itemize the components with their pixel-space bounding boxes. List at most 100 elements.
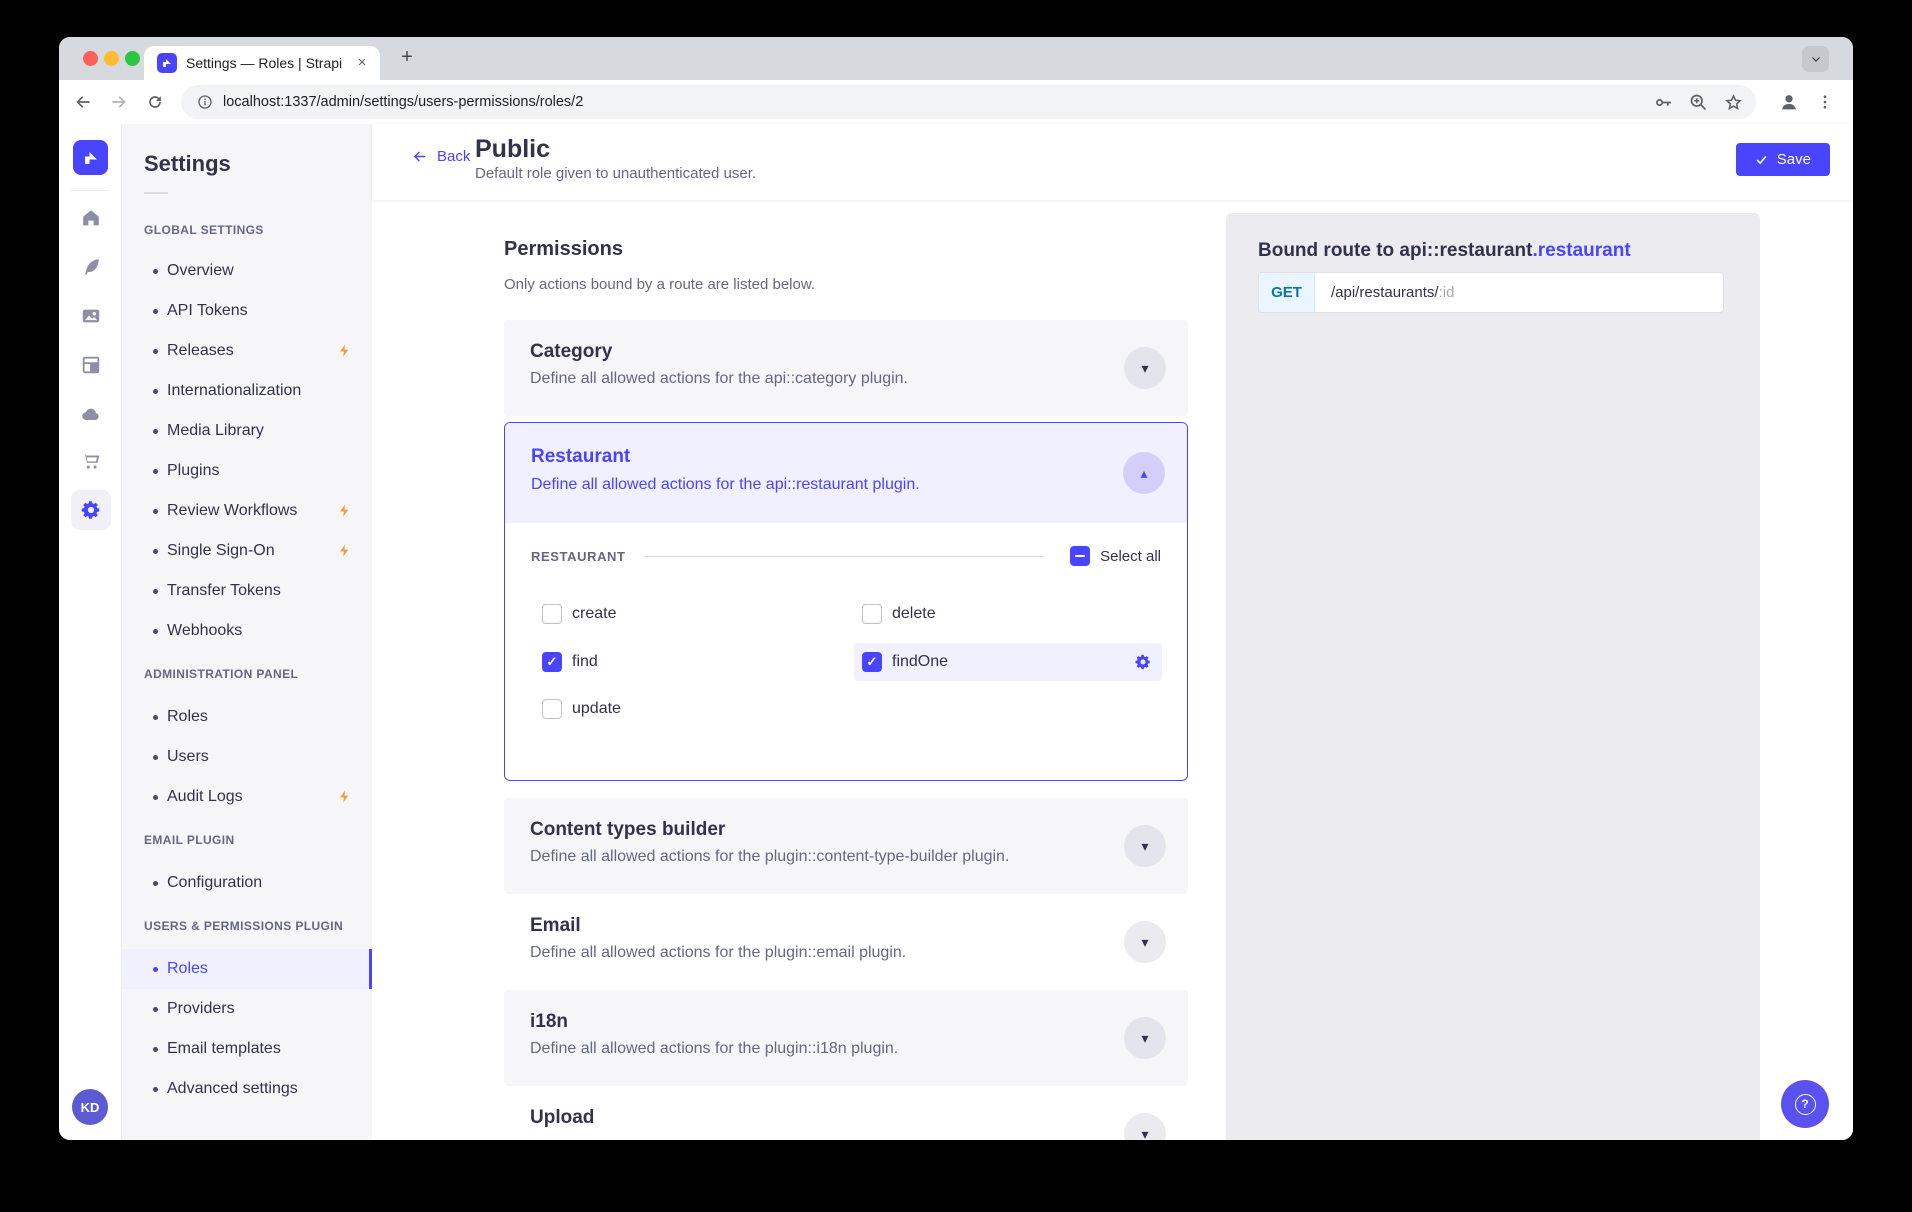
sidebar-item-internationalization[interactable]: Internationalization — [122, 371, 372, 411]
sidebar-item-plugins[interactable]: Plugins — [122, 451, 372, 491]
info-icon[interactable] — [193, 90, 217, 114]
checkbox-findone[interactable]: ✓ — [862, 652, 882, 672]
select-all-checkbox[interactable] — [1070, 546, 1090, 566]
tab-search-button[interactable] — [1802, 46, 1829, 72]
chevron-up-icon[interactable]: ▴ — [1123, 452, 1165, 494]
strapi-logo[interactable] — [73, 140, 108, 175]
group-label: RESTAURANT — [531, 549, 626, 564]
sidebar-item-single-sign-on[interactable]: Single Sign-On — [122, 531, 372, 571]
profile-icon[interactable] — [1777, 90, 1801, 114]
star-icon[interactable] — [1723, 92, 1744, 113]
content-type-builder-icon[interactable] — [78, 352, 103, 377]
app-icon-rail: KD — [59, 124, 122, 1140]
page-header: Back Public Default role given to unauth… — [372, 124, 1853, 200]
marketplace-cart-icon[interactable] — [78, 448, 103, 473]
window-minimize-button[interactable] — [104, 51, 119, 66]
bullet-icon — [153, 755, 158, 760]
chevron-down-icon[interactable]: ▾ — [1124, 1113, 1166, 1140]
permission-create[interactable]: create — [542, 595, 616, 633]
tab-close-icon[interactable]: × — [352, 53, 372, 73]
permission-update[interactable]: update — [542, 690, 621, 728]
accordion-content-types-builder[interactable]: Content types builder Define all allowed… — [504, 798, 1188, 894]
checkbox-update[interactable] — [542, 699, 562, 719]
select-all-label: Select all — [1100, 548, 1161, 565]
tab-search-icon — [1810, 53, 1822, 65]
permission-delete[interactable]: delete — [862, 595, 936, 633]
media-library-icon[interactable] — [78, 303, 103, 328]
permission-findone[interactable]: ✓findOne — [862, 643, 948, 681]
sidebar-item-email-templates[interactable]: Email templates — [122, 1029, 372, 1069]
bullet-icon — [153, 389, 158, 394]
rail-divider — [71, 190, 109, 191]
new-tab-button[interactable]: + — [393, 44, 421, 72]
sidebar-item-advanced-settings[interactable]: Advanced settings — [122, 1069, 372, 1109]
accordion-restaurant-header[interactable]: Restaurant Define all allowed actions fo… — [505, 423, 1187, 523]
chevron-down-icon[interactable]: ▾ — [1124, 1017, 1166, 1059]
sidebar-item-media-library[interactable]: Media Library — [122, 411, 372, 451]
back-arrow-icon — [411, 148, 428, 165]
sidebar-item-configuration[interactable]: Configuration — [122, 863, 372, 903]
checkbox-find[interactable]: ✓ — [542, 652, 562, 672]
window-close-button[interactable] — [83, 51, 98, 66]
menu-dots-icon[interactable] — [1813, 90, 1837, 114]
checkbox-delete[interactable] — [862, 604, 882, 624]
url-bar[interactable]: localhost:1337/admin/settings/users-perm… — [181, 85, 1756, 119]
cog-icon[interactable] — [1134, 653, 1152, 671]
browser-tab[interactable]: Settings — Roles | Strapi × — [144, 46, 380, 80]
permission-find[interactable]: ✓find — [542, 643, 598, 681]
back-link[interactable]: Back — [411, 148, 470, 165]
strapi-app: KD Settings GLOBAL SETTINGS Overview API… — [59, 124, 1853, 1140]
back-button[interactable] — [71, 90, 95, 114]
sidebar-item-releases[interactable]: Releases — [122, 331, 372, 371]
lightning-icon — [337, 789, 352, 804]
forward-button[interactable] — [107, 90, 131, 114]
chevron-down-icon[interactable]: ▾ — [1124, 825, 1166, 867]
bullet-icon — [153, 269, 158, 274]
sidebar-item-webhooks[interactable]: Webhooks — [122, 611, 372, 651]
key-icon[interactable] — [1653, 92, 1674, 113]
chevron-down-icon[interactable]: ▾ — [1124, 921, 1166, 963]
bullet-icon — [153, 469, 158, 474]
window-zoom-button[interactable] — [125, 51, 140, 66]
accordion-upload[interactable]: Upload ▾ — [504, 1086, 1188, 1140]
checkbox-create[interactable] — [542, 604, 562, 624]
accordion-category[interactable]: Category Define all allowed actions for … — [504, 320, 1188, 416]
browser-toolbar: localhost:1337/admin/settings/users-perm… — [59, 80, 1853, 124]
sidebar-item-review-workflows[interactable]: Review Workflows — [122, 491, 372, 531]
save-button[interactable]: Save — [1736, 143, 1830, 176]
sidebar-item-providers[interactable]: Providers — [122, 989, 372, 1029]
content-area: Permissions Only actions bound by a rout… — [372, 200, 1853, 1140]
chevron-down-icon[interactable]: ▾ — [1124, 347, 1166, 389]
content-manager-icon[interactable] — [78, 254, 103, 279]
accordion-i18n[interactable]: i18n Define all allowed actions for the … — [504, 990, 1188, 1086]
sidebar-item-api-tokens[interactable]: API Tokens — [122, 291, 372, 331]
select-all-control[interactable]: Select all — [1070, 546, 1161, 566]
cloud-icon[interactable] — [78, 401, 103, 426]
zoom-in-icon[interactable] — [1688, 92, 1709, 113]
url-text[interactable]: localhost:1337/admin/settings/users-perm… — [223, 85, 583, 119]
sidebar-item-users[interactable]: Users — [122, 737, 372, 777]
sidebar-item-roles[interactable]: Roles — [122, 949, 372, 989]
main-area: Back Public Default role given to unauth… — [372, 124, 1853, 1140]
user-avatar[interactable]: KD — [72, 1089, 108, 1125]
accordion-email[interactable]: Email Define all allowed actions for the… — [504, 894, 1188, 990]
bullet-icon — [153, 629, 158, 634]
home-icon[interactable] — [78, 205, 103, 230]
bullet-icon — [153, 795, 158, 800]
settings-gear-icon[interactable] — [71, 490, 111, 530]
sidebar-item-transfer-tokens[interactable]: Transfer Tokens — [122, 571, 372, 611]
reload-button[interactable] — [143, 90, 167, 114]
nav-section-global-settings: GLOBAL SETTINGS — [144, 222, 372, 238]
bullet-icon — [153, 967, 158, 972]
lightning-icon — [337, 543, 352, 558]
permissions-accordion-list: Category Define all allowed actions for … — [504, 320, 1188, 1140]
sidebar-item-admin-roles[interactable]: Roles — [122, 697, 372, 737]
group-divider — [644, 556, 1045, 557]
strapi-favicon — [157, 53, 177, 73]
bullet-icon — [153, 349, 158, 354]
help-button[interactable]: ? — [1781, 1080, 1829, 1128]
accordion-restaurant-body: RESTAURANT Select all create del — [505, 523, 1187, 781]
sidebar-item-overview[interactable]: Overview — [122, 251, 372, 291]
sidebar-item-audit-logs[interactable]: Audit Logs — [122, 777, 372, 817]
settings-nav-divider — [144, 192, 168, 194]
